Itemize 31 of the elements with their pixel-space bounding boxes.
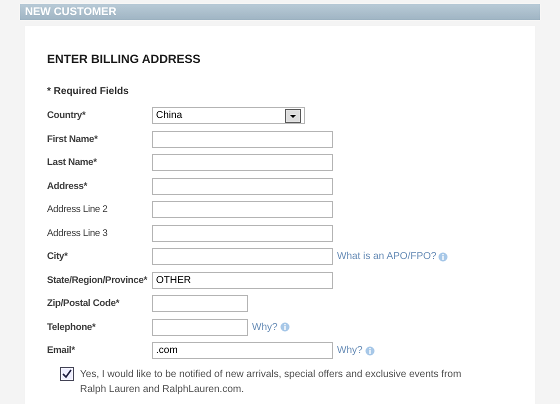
field-label: City* [47,251,69,262]
field-label: First Name* [47,134,99,144]
required-note: * Required Fields [47,86,129,97]
field-label: Telephone* [47,322,97,332]
text-field[interactable] [152,201,333,218]
info-icon [364,346,375,356]
text-field[interactable] [152,248,333,265]
section-header: NEW CUSTOMER [20,4,540,20]
text-field[interactable]: .com [152,342,333,359]
text-field[interactable] [152,130,333,148]
field-label: Address Line 3 [47,228,108,238]
text-field[interactable] [152,295,248,312]
field-label: State/Region/Province* [47,274,148,286]
info-icon [438,252,448,262]
field-label: Country* [47,110,87,121]
caret-icon [285,108,301,122]
optin-text: Yes, I would like to be notified of new arrivals, special offers and exclusive events from Ralph Lauren and RalphLauren.com. [80,368,462,397]
field-label: Address* [47,180,88,192]
field-label: Email* [47,345,76,356]
text-field[interactable] [152,178,333,194]
form-title: ENTER BILLING ADDRESS [47,52,202,66]
field-label: Address Line 2 [47,204,108,215]
field-label: Zip/Postal Code* [47,298,120,309]
text-field[interactable]: OTHER [152,272,333,288]
country-select[interactable]: China [152,107,305,124]
optin-checkbox[interactable] [60,367,74,381]
text-field[interactable] [152,318,248,336]
text-field[interactable] [152,154,333,171]
text-field[interactable] [152,224,333,242]
info-icon [280,322,290,332]
field-label: Last Name* [47,157,98,168]
